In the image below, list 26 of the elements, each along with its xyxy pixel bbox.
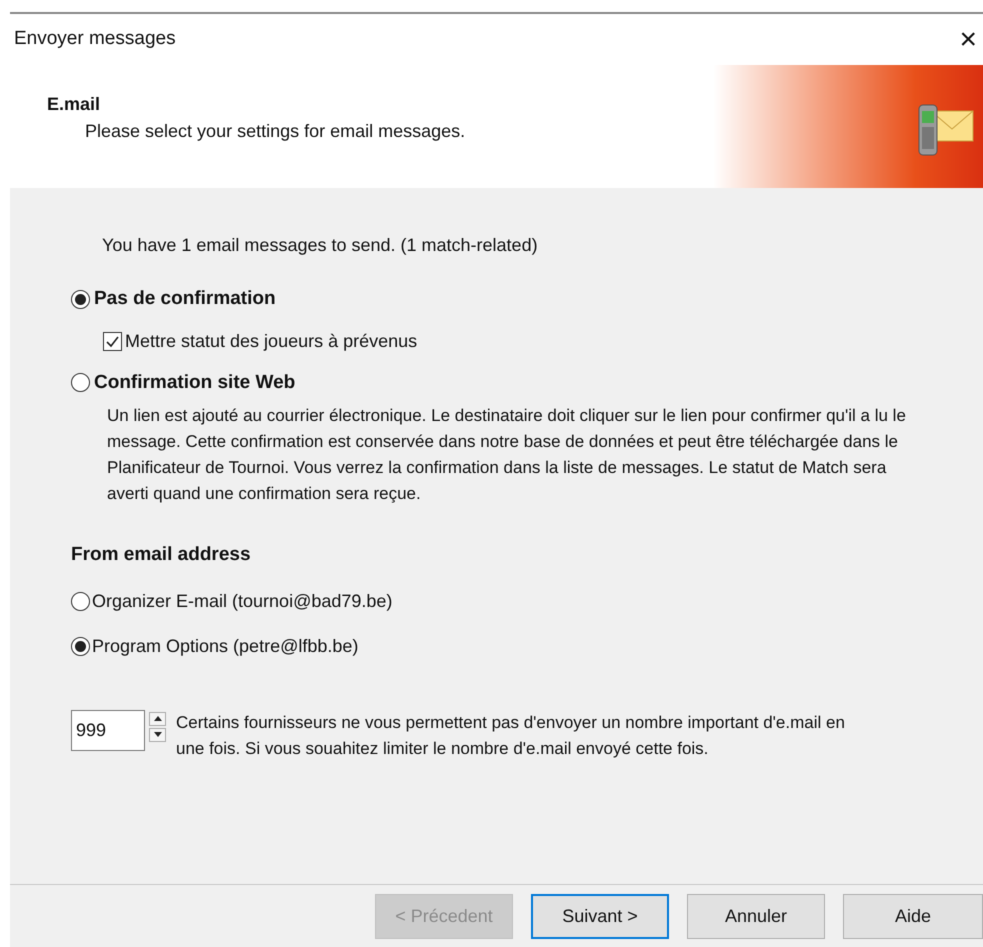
header-title: E.mail xyxy=(47,93,102,116)
dialog-button[interactable]: Suivant > xyxy=(531,894,669,938)
radio-button[interactable] xyxy=(71,290,90,309)
spin-down-button[interactable] xyxy=(149,728,166,742)
radio-label[interactable]: Program Options (petre@lfbb.be) xyxy=(92,632,358,660)
radio-label[interactable]: Organizer E-mail (tournoi@bad79.be) xyxy=(92,588,392,614)
limit-description: Certains fournisseurs ne vous permettent pas d'envoyer un nombre important d'e.mail en une fois. Si vous souahitez limiter le nombre d'e.mail envoyé cette fois. xyxy=(176,712,846,760)
header-subtitle: Please select your settings for email messages. xyxy=(84,120,466,143)
dialog-button[interactable]: Aide xyxy=(843,894,983,938)
option-description: Un lien est ajouté au courrier électronique. Le destinataire doit cliquer sur le lien pour confirmer qu'il a lu le message. Cette confirmation est conservée dans notre base de données et peut être téléchargée dans le Planificateur de Tournoi. Vous verrez la confirmation dans la liste de messages. Le statut de Match sera averti quand une confirmation sera reçue. xyxy=(106,405,907,505)
radio-button[interactable] xyxy=(71,373,90,392)
radio-label[interactable]: Pas de confirmation xyxy=(94,285,276,314)
radio-button[interactable] xyxy=(71,636,90,656)
close-button[interactable]: × xyxy=(955,24,981,54)
checkbox[interactable] xyxy=(103,332,122,350)
checkbox-label[interactable]: Mettre statut des joueurs à prévenus xyxy=(125,328,418,354)
window-title: Envoyer messages xyxy=(14,27,176,52)
dialog-button[interactable]: Annuler xyxy=(687,894,825,938)
up-arrow-icon xyxy=(154,716,162,721)
number-field[interactable]: 999 xyxy=(71,710,145,750)
down-arrow-icon xyxy=(154,732,162,737)
section-heading: From email address xyxy=(71,543,252,567)
summary-text: You have 1 email messages to send. (1 match-related) xyxy=(101,234,539,257)
spin-up-button[interactable] xyxy=(149,712,166,726)
radio-button[interactable] xyxy=(71,592,90,610)
radio-label[interactable]: Confirmation site Web xyxy=(94,368,296,397)
